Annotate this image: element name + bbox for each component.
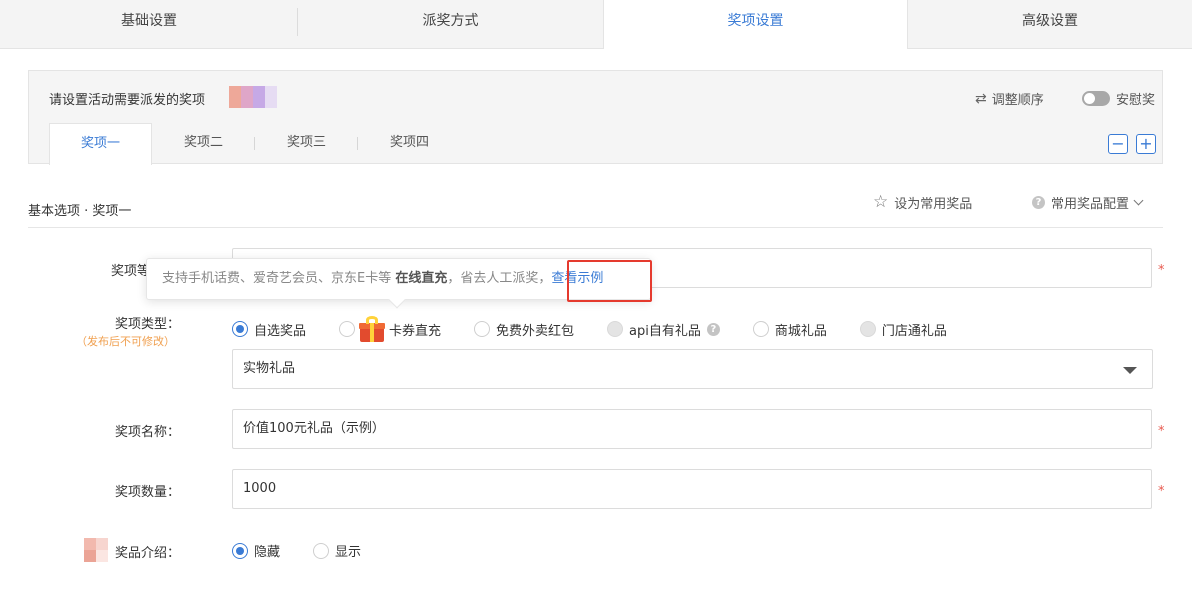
question-circle-icon: ? xyxy=(1032,196,1045,209)
required-mark: * xyxy=(1158,424,1165,439)
tooltip-arrow xyxy=(388,291,406,309)
prize-count-label: 奖项数量： xyxy=(114,485,180,500)
tab-award-method[interactable]: 派奖方式 xyxy=(298,0,603,48)
question-circle-icon[interactable]: ? xyxy=(706,322,720,336)
redacted-mosaic xyxy=(229,86,277,108)
radio-hide[interactable]: 隐藏 xyxy=(232,541,280,560)
radio-mall-gift[interactable]: 商城礼品 xyxy=(752,320,827,339)
radio-dot xyxy=(607,321,624,337)
top-tab-bar: 基础设置 派奖方式 奖项设置 高级设置 xyxy=(0,0,1192,49)
section-divider xyxy=(28,227,1163,228)
prize-intro-label: 奖品介绍： xyxy=(114,546,180,561)
tab-label: 奖项设置 xyxy=(727,13,784,29)
sub-tab-label: 奖项四 xyxy=(389,135,429,150)
radio-dot xyxy=(859,321,876,337)
prize-level-label: 奖项等 xyxy=(110,264,150,279)
sub-tab-label: 奖项二 xyxy=(183,135,223,150)
highlight-box xyxy=(567,260,652,302)
consolation-label: 安慰奖 xyxy=(1116,93,1156,108)
radio-label: 商城礼品 xyxy=(774,323,827,339)
section-title: 基本选项 · 奖项一 xyxy=(28,204,132,219)
swap-arrows-icon: ⇄ xyxy=(975,90,987,107)
remove-prize-button[interactable]: − xyxy=(1108,134,1128,154)
radio-label: 卡券直充 xyxy=(389,323,442,339)
prize-category-select[interactable]: 实物礼品 xyxy=(232,349,1153,389)
radio-label: 隐藏 xyxy=(254,545,281,560)
favorite-config-label: 常用奖品配置 xyxy=(1051,197,1130,212)
radio-label: api自有礼品 xyxy=(629,323,701,339)
gift-box-icon xyxy=(359,316,386,342)
tooltip-bold-text: 在线直充 xyxy=(395,271,448,286)
tab-prize-settings[interactable]: 奖项设置 xyxy=(603,0,908,49)
tab-label: 高级设置 xyxy=(1022,13,1078,29)
radio-api-gift: api自有礼品 ? xyxy=(607,320,720,339)
radio-store-gift: 门店通礼品 xyxy=(859,320,947,339)
select-value: 实物礼品 xyxy=(243,361,296,376)
prize-count-input[interactable]: 1000 xyxy=(232,469,1152,509)
chevron-down-icon xyxy=(1133,195,1144,206)
radio-label: 免费外卖红包 xyxy=(496,323,575,339)
consolation-prize-toggle[interactable]: 安慰奖 xyxy=(1082,89,1155,108)
radio-free-delivery-coupon[interactable]: 免费外卖红包 xyxy=(474,320,574,339)
reorder-label: 调整顺序 xyxy=(991,93,1044,108)
tooltip-text: ，省去人工派奖， xyxy=(447,271,552,286)
radio-show[interactable]: 显示 xyxy=(313,541,361,560)
prize-type-radio-group: 自选奖品 卡券直充 免费外卖红包 api自有礼品 ? 商城礼品 门店通礼品 xyxy=(232,316,980,342)
required-mark: * xyxy=(1158,484,1165,499)
prize-sub-tabs: 奖项一 奖项二 奖项三 奖项四 xyxy=(49,123,461,165)
radio-label: 显示 xyxy=(335,545,362,560)
radio-dot[interactable] xyxy=(313,542,330,559)
reorder-button[interactable]: ⇄ 调整顺序 xyxy=(975,89,1044,109)
tab-label: 基础设置 xyxy=(121,13,177,29)
radio-dot[interactable] xyxy=(339,321,356,337)
radio-label: 门店通礼品 xyxy=(881,323,947,339)
set-favorite-button[interactable]: ☆ 设为常用奖品 xyxy=(873,192,972,212)
prize-type-label: 奖项类型： xyxy=(114,317,180,332)
tooltip-text: 支持手机话费、爱奇艺会员、京东E卡等 xyxy=(162,271,392,286)
prize-panel: 请设置活动需要派发的奖项 ⇄ 调整顺序 安慰奖 奖项一 奖项二 奖项三 奖项四 … xyxy=(28,70,1163,165)
radio-card-topup[interactable]: 卡券直充 xyxy=(339,316,441,342)
prize-intro-radio-group: 隐藏 显示 xyxy=(232,541,394,560)
toggle-switch[interactable] xyxy=(1082,91,1110,106)
caret-down-icon xyxy=(1123,367,1137,374)
sub-tab-prize-4[interactable]: 奖项四 xyxy=(358,123,461,164)
favorite-label: 设为常用奖品 xyxy=(894,196,973,212)
radio-dot[interactable] xyxy=(474,321,491,337)
prize-type-hint: （发布后不可修改） xyxy=(76,335,175,348)
favorite-config-dropdown[interactable]: ? 常用奖品配置 xyxy=(1032,193,1144,212)
radio-dot[interactable] xyxy=(752,321,769,337)
tab-basic-settings[interactable]: 基础设置 xyxy=(0,0,298,48)
sub-tab-prize-1[interactable]: 奖项一 xyxy=(49,123,152,165)
star-outline-icon: ☆ xyxy=(873,192,889,212)
prize-name-input[interactable]: 价值100元礼品（示例） xyxy=(232,409,1152,449)
prize-name-label: 奖项名称： xyxy=(114,425,180,440)
sub-tab-label: 奖项一 xyxy=(80,136,120,151)
radio-label: 自选奖品 xyxy=(254,323,307,339)
radio-dot[interactable] xyxy=(232,542,248,559)
sub-tab-prize-3[interactable]: 奖项三 xyxy=(255,123,358,164)
radio-custom-prize[interactable]: 自选奖品 xyxy=(232,320,306,339)
required-mark: * xyxy=(1158,263,1165,278)
tab-label: 派奖方式 xyxy=(422,13,479,29)
tab-advanced-settings[interactable]: 高级设置 xyxy=(908,0,1192,48)
sub-tab-prize-2[interactable]: 奖项二 xyxy=(152,123,255,164)
sub-tab-label: 奖项三 xyxy=(286,135,326,150)
add-prize-button[interactable]: + xyxy=(1136,134,1156,154)
panel-title: 请设置活动需要派发的奖项 xyxy=(49,93,206,108)
radio-dot[interactable] xyxy=(232,321,248,337)
